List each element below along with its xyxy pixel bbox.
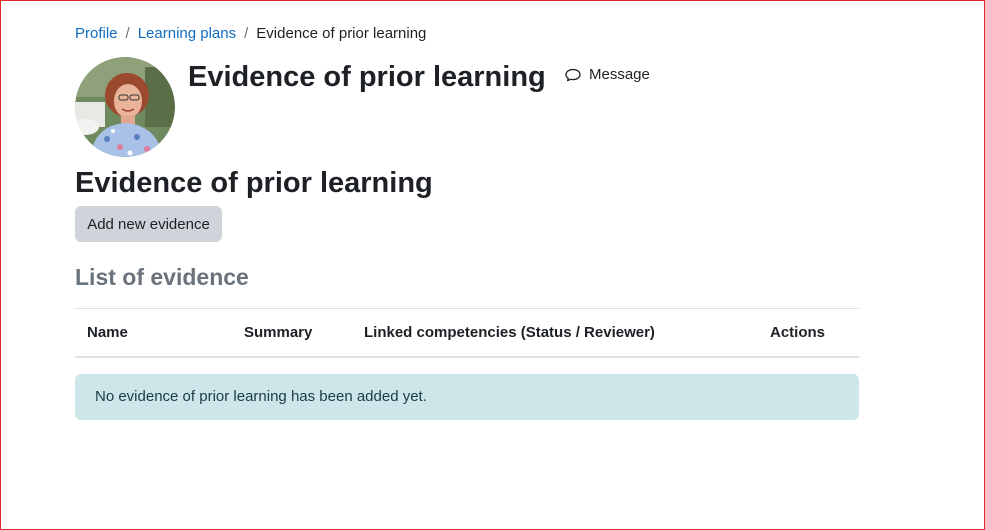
list-of-evidence-heading: List of evidence — [75, 264, 249, 290]
column-header-actions: Actions — [770, 324, 826, 341]
add-new-evidence-button[interactable]: Add new evidence — [75, 206, 222, 242]
avatar[interactable] — [75, 57, 175, 157]
speech-bubble-icon — [565, 68, 581, 82]
breadcrumb: Profile / Learning plans / Evidence of p… — [75, 24, 426, 44]
breadcrumb-link-profile[interactable]: Profile — [75, 24, 118, 44]
column-header-name: Name — [87, 324, 128, 341]
column-header-linked-competencies: Linked competencies (Status / Reviewer) — [364, 324, 655, 341]
user-avatar-image — [75, 57, 175, 157]
evidence-table: Name Summary Linked competencies (Status… — [75, 308, 859, 358]
section-title: Evidence of prior learning — [75, 167, 433, 199]
breadcrumb-current: Evidence of prior learning — [256, 25, 427, 42]
empty-state-alert: No evidence of prior learning has been a… — [75, 374, 859, 420]
message-button[interactable]: Message — [565, 66, 650, 83]
column-header-summary: Summary — [244, 324, 313, 341]
page-heading: Evidence of prior learning — [188, 61, 546, 93]
message-label: Message — [589, 66, 650, 83]
breadcrumb-separator: / — [244, 25, 249, 42]
breadcrumb-link-learning-plans[interactable]: Learning plans — [138, 24, 236, 44]
breadcrumb-separator: / — [125, 25, 130, 42]
